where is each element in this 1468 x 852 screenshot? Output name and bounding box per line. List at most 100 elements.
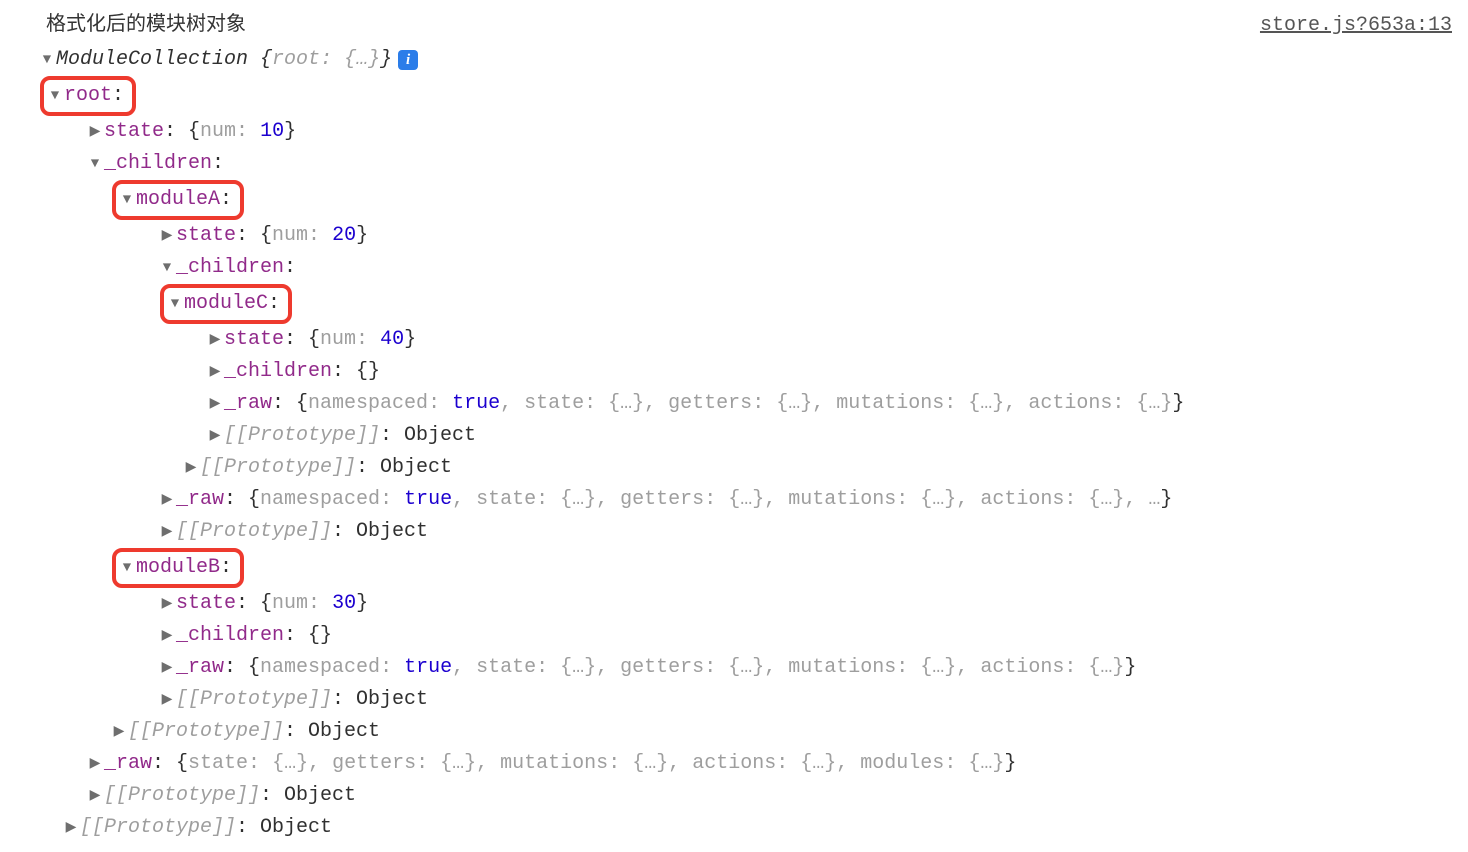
info-icon[interactable]: i xyxy=(398,50,418,70)
tree-key-raw[interactable]: _raw xyxy=(176,484,224,516)
preview-val: {…} xyxy=(560,652,596,684)
toggle-icon[interactable]: ▼ xyxy=(48,80,62,112)
tree-value: 30 xyxy=(332,588,356,620)
preview-key: actions xyxy=(980,652,1064,684)
log-title: 格式化后的模块树对象 xyxy=(16,8,246,40)
source-link[interactable]: store.js?653a:13 xyxy=(1260,10,1452,42)
tree-value: Object xyxy=(380,452,452,484)
tree-key-children[interactable]: _children xyxy=(224,356,332,388)
tree-key-state[interactable]: state xyxy=(104,116,164,148)
preview-val: {…} xyxy=(968,388,1004,420)
tree-key-children[interactable]: _children xyxy=(176,252,284,284)
preview-val: {…} xyxy=(728,652,764,684)
preview-val: {…} xyxy=(728,484,764,516)
toggle-icon[interactable]: ▶ xyxy=(160,684,174,716)
toggle-icon[interactable]: ▶ xyxy=(160,620,174,652)
tree-key-num: num xyxy=(272,220,308,252)
preview-val: {…} xyxy=(920,652,956,684)
tree-key-prototype[interactable]: [[Prototype]] xyxy=(80,812,236,844)
preview-key: mutations xyxy=(500,748,608,780)
highlight-root: ▼ root: xyxy=(40,76,136,116)
toggle-icon[interactable]: ▼ xyxy=(88,148,102,180)
tree-key-state[interactable]: state xyxy=(176,220,236,252)
tree-key-prototype[interactable]: [[Prototype]] xyxy=(176,684,332,716)
tree-key-raw[interactable]: _raw xyxy=(176,652,224,684)
toggle-icon[interactable]: ▶ xyxy=(160,220,174,252)
toggle-icon[interactable]: ▼ xyxy=(120,184,134,216)
toggle-icon[interactable]: ▼ xyxy=(40,44,54,76)
preview-key: getters xyxy=(668,388,752,420)
preview-val: {…} xyxy=(968,748,1004,780)
toggle-icon[interactable]: ▶ xyxy=(88,748,102,780)
tree-key-prototype[interactable]: [[Prototype]] xyxy=(176,516,332,548)
preview-val: {…} xyxy=(800,748,836,780)
toggle-icon[interactable]: ▶ xyxy=(160,516,174,548)
tree-value: 20 xyxy=(332,220,356,252)
toggle-icon[interactable]: ▼ xyxy=(168,288,182,320)
tree-key-raw[interactable]: _raw xyxy=(104,748,152,780)
toggle-icon[interactable]: ▶ xyxy=(208,420,222,452)
toggle-icon[interactable]: ▶ xyxy=(64,812,78,844)
tree-key-state[interactable]: state xyxy=(224,324,284,356)
toggle-icon[interactable]: ▶ xyxy=(160,484,174,516)
tree-key-num: num xyxy=(200,116,236,148)
preview-key: namespaced xyxy=(260,484,380,516)
tree-key-prototype[interactable]: [[Prototype]] xyxy=(200,452,356,484)
tree-value: true xyxy=(452,388,500,420)
toggle-icon[interactable]: ▶ xyxy=(160,588,174,620)
tree-key-moduleB[interactable]: moduleB xyxy=(136,552,220,584)
toggle-icon[interactable]: ▶ xyxy=(208,324,222,356)
tree-value: true xyxy=(404,484,452,516)
tree-key-prototype[interactable]: [[Prototype]] xyxy=(104,780,260,812)
toggle-icon[interactable]: ▼ xyxy=(120,552,134,584)
preview-key: getters xyxy=(620,652,704,684)
preview-key: state xyxy=(188,748,248,780)
tree-value: 40 xyxy=(380,324,404,356)
preview-key: mutations xyxy=(836,388,944,420)
tree-value: Object xyxy=(260,812,332,844)
preview-key: actions xyxy=(980,484,1064,516)
preview-val: {…} xyxy=(560,484,596,516)
toggle-icon[interactable]: ▶ xyxy=(208,356,222,388)
toggle-icon[interactable]: ▶ xyxy=(88,116,102,148)
preview-val: … xyxy=(1148,484,1160,516)
highlight-moduleB: ▼ moduleB: xyxy=(112,548,244,588)
preview-key: namespaced xyxy=(308,388,428,420)
tree-key-root[interactable]: root xyxy=(64,80,112,112)
tree-key-moduleA[interactable]: moduleA xyxy=(136,184,220,216)
toggle-icon[interactable]: ▶ xyxy=(208,388,222,420)
tree-key-moduleC[interactable]: moduleC xyxy=(184,288,268,320)
preview-val: {…} xyxy=(776,388,812,420)
class-name: ModuleCollection xyxy=(56,44,248,76)
highlight-moduleA: ▼ moduleA: xyxy=(112,180,244,220)
toggle-icon[interactable]: ▶ xyxy=(160,652,174,684)
tree-value: Object xyxy=(404,420,476,452)
tree-value: Object xyxy=(356,516,428,548)
tree-value: Object xyxy=(308,716,380,748)
tree-key-state[interactable]: state xyxy=(176,588,236,620)
preview-key: modules xyxy=(860,748,944,780)
highlight-moduleC: ▼ moduleC: xyxy=(160,284,292,324)
tree-key-prototype[interactable]: [[Prototype]] xyxy=(128,716,284,748)
tree-key-children[interactable]: _children xyxy=(104,148,212,180)
tree-key-raw[interactable]: _raw xyxy=(224,388,272,420)
preview-key: actions xyxy=(692,748,776,780)
toggle-icon[interactable]: ▶ xyxy=(184,452,198,484)
tree-value: 10 xyxy=(260,116,284,148)
preview-val: {…} xyxy=(1088,484,1124,516)
tree-key-prototype[interactable]: [[Prototype]] xyxy=(224,420,380,452)
tree-value: Object xyxy=(284,780,356,812)
preview-val: {…} xyxy=(632,748,668,780)
tree-key-children[interactable]: _children xyxy=(176,620,284,652)
toggle-icon[interactable]: ▶ xyxy=(88,780,102,812)
preview-key: state xyxy=(476,652,536,684)
preview-val: {…} xyxy=(920,484,956,516)
tree-key-num: num xyxy=(272,588,308,620)
toggle-icon[interactable]: ▶ xyxy=(112,716,126,748)
toggle-icon[interactable]: ▼ xyxy=(160,252,174,284)
preview-key: root xyxy=(272,44,320,76)
preview-key: state xyxy=(476,484,536,516)
preview-key: getters xyxy=(332,748,416,780)
preview-val: {…} xyxy=(344,44,380,76)
tree-value: Object xyxy=(356,684,428,716)
